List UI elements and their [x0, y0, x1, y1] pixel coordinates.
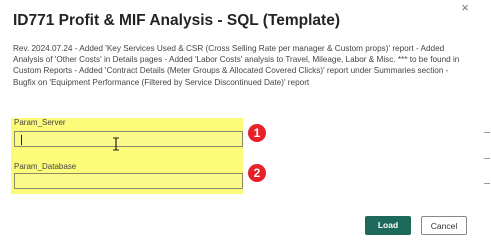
param-database-label: Param_Database: [14, 162, 77, 171]
close-icon[interactable]: ×: [458, 1, 472, 15]
param-server-input[interactable]: [14, 131, 243, 147]
dialog-description: Rev. 2024.07.24 - Added 'Key Services Us…: [13, 44, 460, 87]
background-divider: [484, 183, 490, 184]
cancel-button[interactable]: Cancel: [421, 216, 467, 235]
annotation-marker-1: 1: [248, 124, 266, 142]
parameters-dialog: ID771 Profit & MIF Analysis - SQL (Templ…: [0, 0, 491, 252]
text-caret: [21, 135, 22, 145]
background-divider: [484, 158, 490, 159]
annotation-marker-2: 2: [248, 164, 266, 182]
text-cursor-icon: [113, 137, 119, 151]
param-server-label: Param_Server: [14, 118, 66, 127]
dialog-title: ID771 Profit & MIF Analysis - SQL (Templ…: [13, 12, 340, 29]
load-button[interactable]: Load: [365, 216, 411, 235]
background-divider: [484, 132, 490, 133]
param-database-input[interactable]: [14, 173, 243, 189]
param-database-highlight: Param_Database: [11, 162, 243, 194]
